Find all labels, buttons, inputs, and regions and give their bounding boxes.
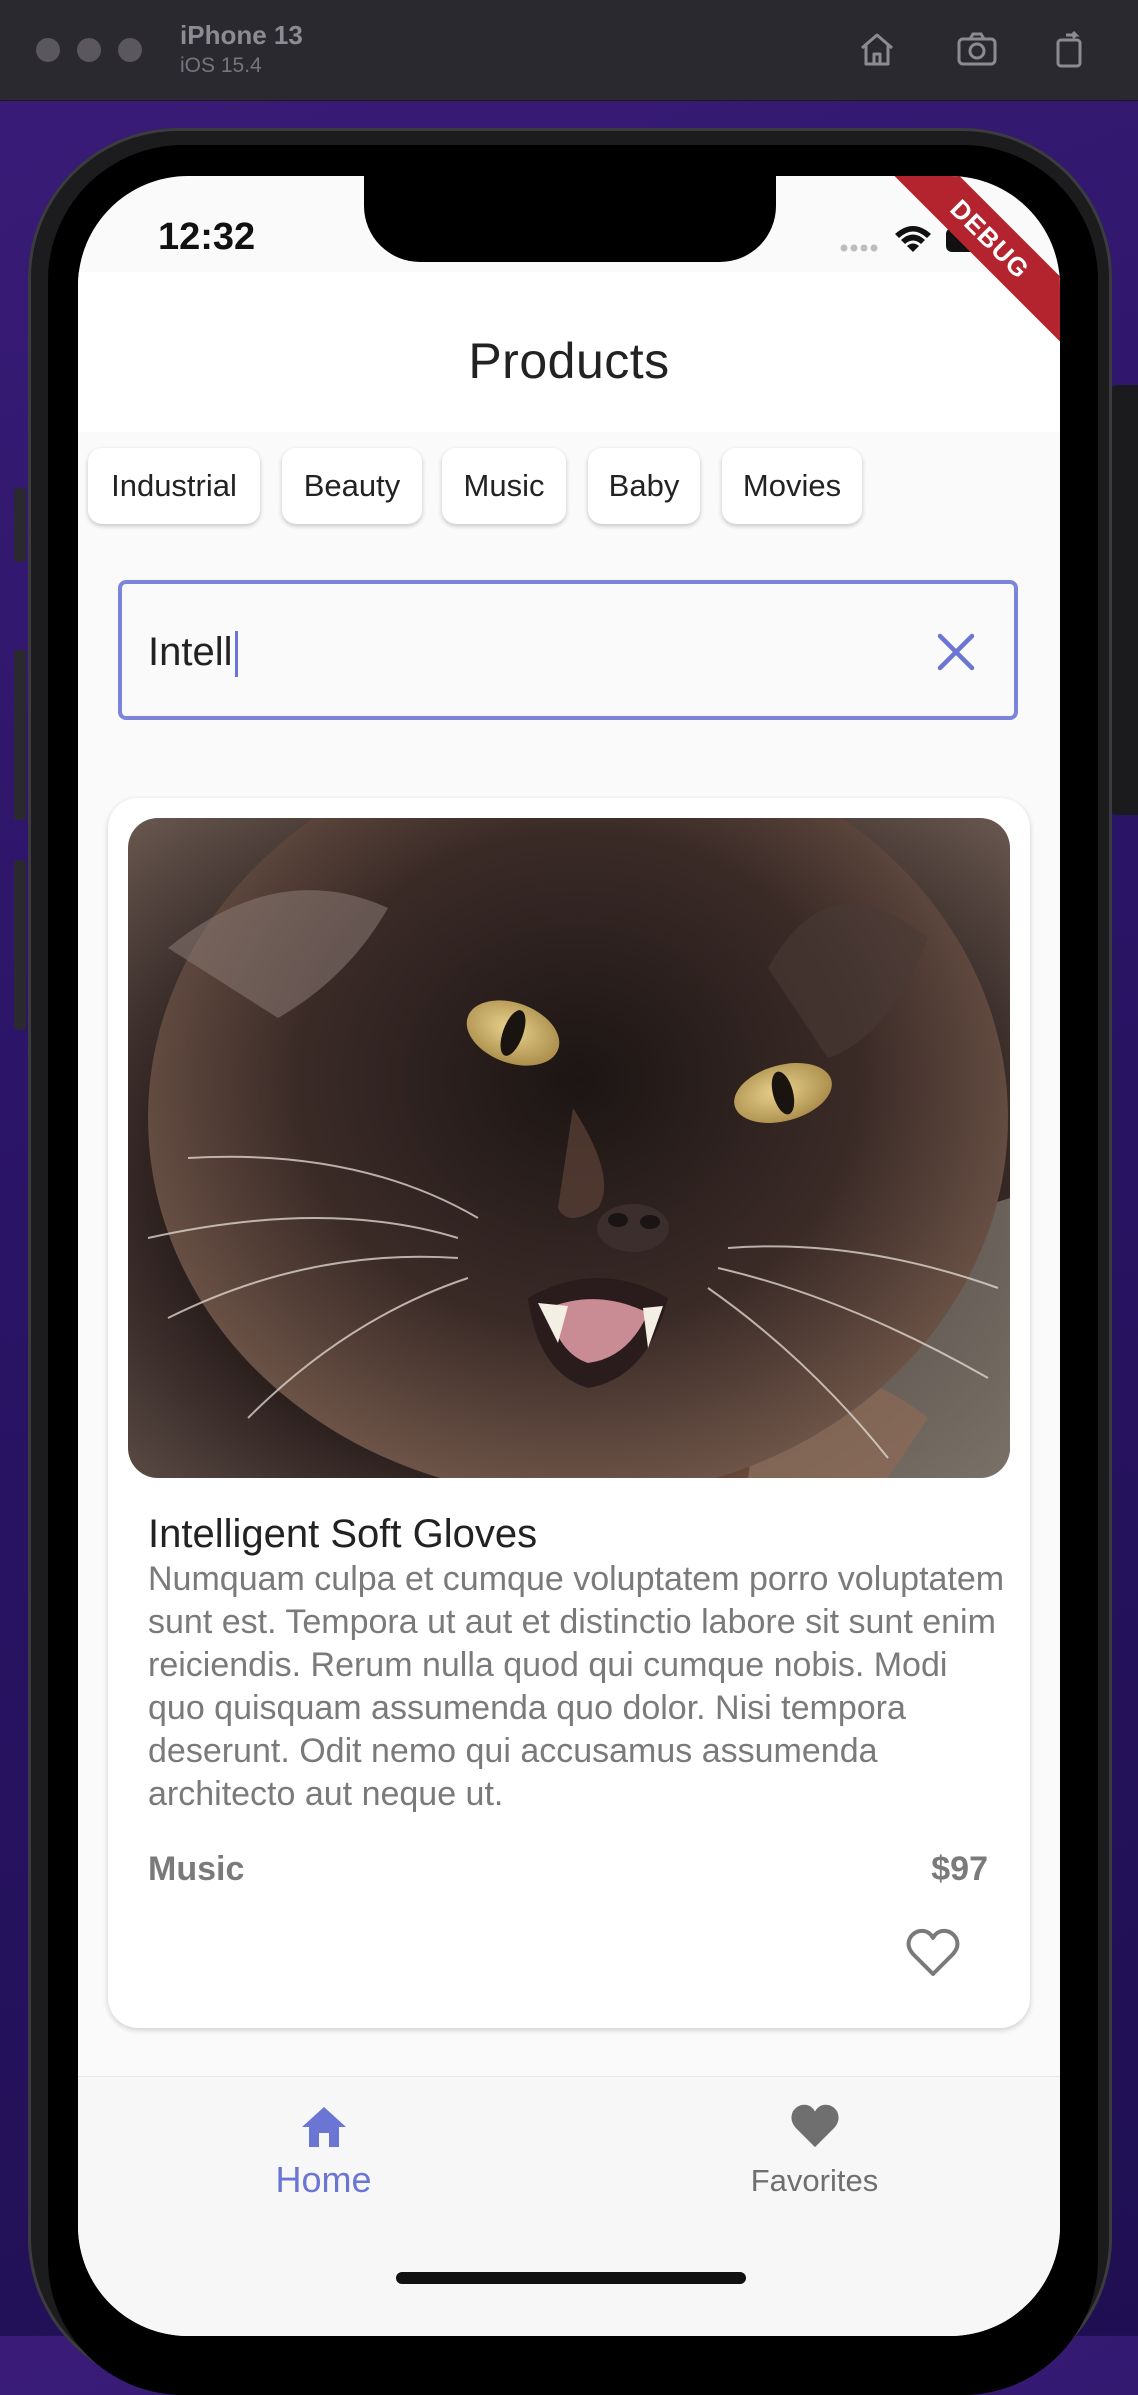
chip-music[interactable]: Music <box>442 448 566 524</box>
chip-baby[interactable]: Baby <box>588 448 700 524</box>
screenshot-icon[interactable] <box>954 26 1000 72</box>
volume-up-button <box>14 650 26 820</box>
close-window-button[interactable] <box>36 38 60 62</box>
product-description: Numquam culpa et cumque voluptatem porro… <box>148 1560 1005 1813</box>
chip-industrial[interactable]: Industrial <box>88 448 260 524</box>
simulator-device-name: iPhone 13 <box>180 20 303 50</box>
chip-beauty[interactable]: Beauty <box>282 448 422 524</box>
notch <box>364 176 776 262</box>
heart-outline-icon[interactable] <box>906 1928 960 1978</box>
close-icon[interactable] <box>934 630 978 674</box>
search-input-value[interactable]: Intell <box>148 630 238 678</box>
heart-icon <box>789 2101 841 2151</box>
mute-switch <box>14 488 26 562</box>
nav-label-home: Home <box>275 2159 372 2200</box>
product-price: $97 <box>931 1850 988 1888</box>
cellular-signal-icon <box>840 244 878 252</box>
nav-label-favorites: Favorites <box>750 2163 879 2198</box>
simulator-toolbar: iPhone 13 iOS 15.4 <box>0 0 1138 101</box>
nav-item-home[interactable]: Home <box>78 2077 569 2257</box>
wifi-icon <box>895 226 931 252</box>
product-name: Intelligent Soft Gloves <box>148 1512 538 1556</box>
nav-item-favorites[interactable]: Favorites <box>569 2077 1060 2257</box>
simulator-os-version: iOS 15.4 <box>180 54 262 77</box>
volume-down-button <box>14 860 26 1030</box>
product-image <box>128 818 1010 1478</box>
home-icon <box>298 2101 350 2151</box>
page-title: Products <box>468 333 670 389</box>
rotate-icon[interactable] <box>1046 26 1092 72</box>
product-category: Music <box>148 1850 245 1888</box>
search-input[interactable]: Intell <box>118 580 1018 720</box>
adjacent-window-edge <box>1108 385 1138 815</box>
phone-screen: Products 12:32 DEBUG Industrial Beauty M… <box>78 176 1060 2336</box>
home-indicator[interactable] <box>396 2272 746 2284</box>
text-caret <box>234 631 238 678</box>
product-card[interactable]: Intelligent Soft Gloves Numquam culpa et… <box>108 798 1030 2028</box>
status-time: 12:32 <box>158 216 256 258</box>
minimize-window-button[interactable] <box>77 38 101 62</box>
app-bar: Products <box>78 272 1060 432</box>
zoom-window-button[interactable] <box>118 38 142 62</box>
chip-movies[interactable]: Movies <box>722 448 862 524</box>
bottom-navigation-bar: Home Favorites <box>78 2076 1060 2336</box>
home-icon[interactable] <box>854 26 900 72</box>
